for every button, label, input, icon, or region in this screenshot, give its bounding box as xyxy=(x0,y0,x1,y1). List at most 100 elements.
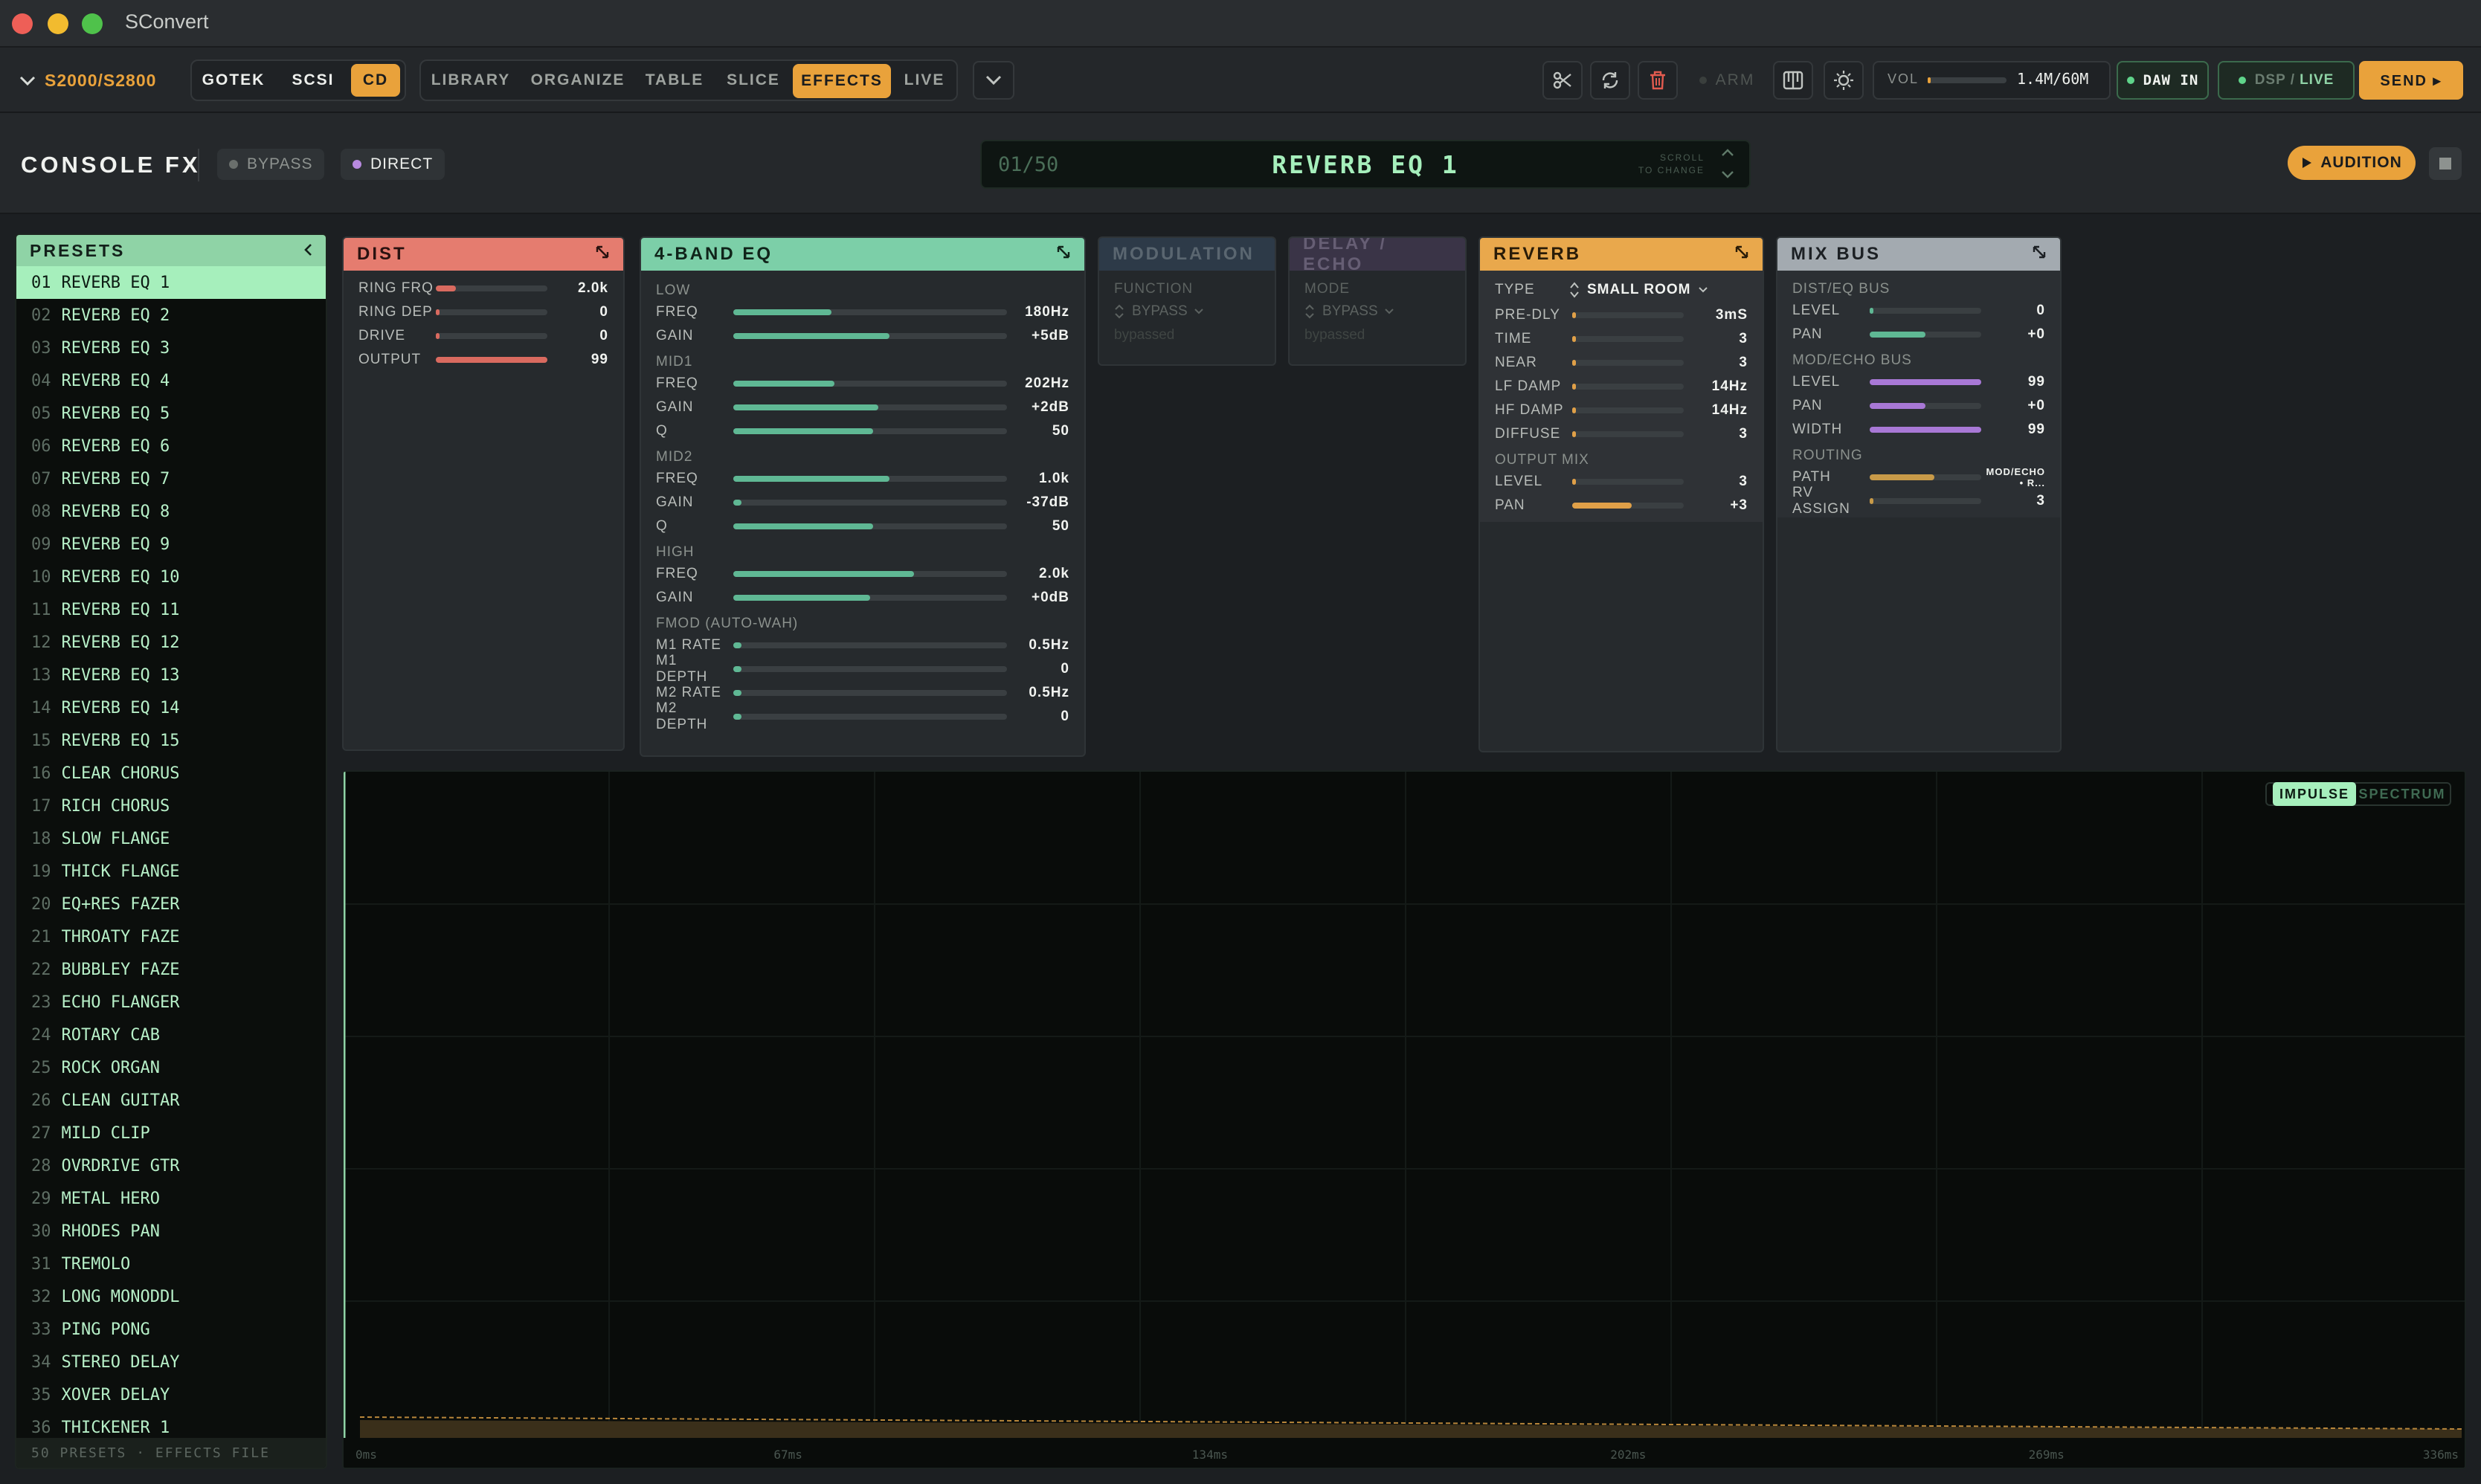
more-tabs-button[interactable] xyxy=(973,61,1014,100)
preset-item[interactable]: 26 CLEAN GUITAR xyxy=(16,1084,326,1117)
preset-item[interactable]: 22 BUBBLEY FAZE xyxy=(16,953,326,986)
param-slider[interactable] xyxy=(1572,336,1684,342)
impulse-graph[interactable]: IMPULSE SPECTRUM 0ms 67ms 134ms 202ms 269ms 3… xyxy=(342,770,2466,1469)
preset-item[interactable]: 30 RHODES PAN xyxy=(16,1215,326,1248)
refresh-button[interactable] xyxy=(1590,61,1630,100)
param-slider[interactable] xyxy=(733,333,1007,339)
reverb-type-select[interactable]: SMALL ROOM xyxy=(1569,281,1708,299)
delete-button[interactable] xyxy=(1638,61,1678,100)
param-slider[interactable] xyxy=(733,428,1007,434)
preset-item[interactable]: 10 REVERB EQ 10 xyxy=(16,561,326,593)
param-slider[interactable] xyxy=(436,357,547,363)
param-slider[interactable] xyxy=(733,642,1007,648)
preset-prev-button[interactable] xyxy=(1721,147,1734,161)
param-slider[interactable] xyxy=(1572,503,1684,509)
param-slider[interactable] xyxy=(1870,427,1981,433)
audition-button[interactable]: AUDITION xyxy=(2288,146,2416,180)
param-slider[interactable] xyxy=(436,309,547,315)
preset-item[interactable]: 34 STEREO DELAY xyxy=(16,1346,326,1378)
param-slider[interactable] xyxy=(1572,360,1684,366)
spectrum-mode-button[interactable]: SPECTRUM xyxy=(2356,782,2448,806)
expand-eq-button[interactable] xyxy=(1056,244,1071,265)
preset-item[interactable]: 19 THICK FLANGE xyxy=(16,855,326,888)
preset-item[interactable]: 16 CLEAR CHORUS xyxy=(16,757,326,790)
preset-display[interactable]: 01/50 REVERB EQ 1 SCROLL TO CHANGE xyxy=(980,140,1751,189)
expand-reverb-button[interactable] xyxy=(1734,244,1749,265)
param-slider[interactable] xyxy=(1870,498,1981,504)
modulation-function-select[interactable]: BYPASS xyxy=(1114,299,1260,324)
preset-item[interactable]: 03 REVERB EQ 3 xyxy=(16,332,326,364)
preset-item[interactable]: 04 REVERB EQ 4 xyxy=(16,364,326,397)
preset-item[interactable]: 35 XOVER DELAY xyxy=(16,1378,326,1411)
preset-item[interactable]: 05 REVERB EQ 5 xyxy=(16,397,326,430)
keyboard-button[interactable] xyxy=(1773,61,1813,100)
preset-item[interactable]: 01 REVERB EQ 1 xyxy=(16,266,326,299)
param-slider[interactable] xyxy=(733,714,1007,720)
param-slider[interactable] xyxy=(1870,403,1981,409)
param-slider[interactable] xyxy=(733,404,1007,410)
impulse-mode-button[interactable]: IMPULSE xyxy=(2273,782,2356,806)
send-button[interactable]: SEND ▸ xyxy=(2359,61,2463,100)
param-slider[interactable] xyxy=(436,333,547,339)
cut-button[interactable] xyxy=(1542,61,1583,100)
param-slider[interactable] xyxy=(1870,474,1981,480)
device-selector[interactable]: S2000/S2800 xyxy=(19,61,176,100)
param-slider[interactable] xyxy=(733,500,1007,506)
preset-item[interactable]: 17 RICH CHORUS xyxy=(16,790,326,822)
zoom-window-button[interactable] xyxy=(82,13,103,34)
param-slider[interactable] xyxy=(733,381,1007,387)
param-slider[interactable] xyxy=(1870,308,1981,314)
preset-item[interactable]: 02 REVERB EQ 2 xyxy=(16,299,326,332)
preset-item[interactable]: 15 REVERB EQ 15 xyxy=(16,724,326,757)
preset-item[interactable]: 07 REVERB EQ 7 xyxy=(16,462,326,495)
preset-item[interactable]: 09 REVERB EQ 9 xyxy=(16,528,326,561)
direct-toggle[interactable]: DIRECT xyxy=(341,149,445,180)
param-slider[interactable] xyxy=(1572,479,1684,485)
arm-toggle[interactable]: ARM xyxy=(1697,61,1757,100)
volume-meter[interactable] xyxy=(1928,77,2007,83)
preset-item[interactable]: 21 THROATY FAZE xyxy=(16,920,326,953)
daw-in-toggle[interactable]: DAW IN xyxy=(2117,61,2209,100)
theme-button[interactable] xyxy=(1824,61,1864,100)
preset-item[interactable]: 08 REVERB EQ 8 xyxy=(16,495,326,528)
tab-slice[interactable]: SLICE xyxy=(720,61,787,100)
dsp-live-toggle[interactable]: DSP / LIVE xyxy=(2218,61,2355,100)
param-slider[interactable] xyxy=(733,595,1007,601)
preset-item[interactable]: 28 OVRDRIVE GTR xyxy=(16,1149,326,1182)
media-scsi-button[interactable]: SCSI xyxy=(280,61,347,100)
media-cd-button[interactable]: CD xyxy=(351,64,400,97)
preset-item[interactable]: 11 REVERB EQ 11 xyxy=(16,593,326,626)
preset-item[interactable]: 25 ROCK ORGAN xyxy=(16,1051,326,1084)
preset-item[interactable]: 27 MILD CLIP xyxy=(16,1117,326,1149)
expand-mixbus-button[interactable] xyxy=(2032,244,2047,265)
tab-live[interactable]: LIVE xyxy=(898,61,950,100)
close-window-button[interactable] xyxy=(12,13,33,34)
expand-dist-button[interactable] xyxy=(595,244,610,265)
preset-item[interactable]: 14 REVERB EQ 14 xyxy=(16,691,326,724)
tab-organize[interactable]: ORGANIZE xyxy=(527,61,629,100)
preset-next-button[interactable] xyxy=(1721,170,1734,183)
delay-mode-select[interactable]: BYPASS xyxy=(1304,299,1450,324)
preset-item[interactable]: 31 TREMOLO xyxy=(16,1248,326,1280)
param-slider[interactable] xyxy=(733,690,1007,696)
preset-item[interactable]: 24 ROTARY CAB xyxy=(16,1019,326,1051)
param-slider[interactable] xyxy=(733,666,1007,672)
preset-item[interactable]: 20 EQ+RES FAZER xyxy=(16,888,326,920)
bypass-toggle[interactable]: BYPASS xyxy=(217,149,325,180)
preset-item[interactable]: 06 REVERB EQ 6 xyxy=(16,430,326,462)
preset-item[interactable]: 33 PING PONG xyxy=(16,1313,326,1346)
param-slider[interactable] xyxy=(1572,312,1684,318)
tab-effects[interactable]: EFFECTS xyxy=(793,64,891,98)
param-slider[interactable] xyxy=(436,285,547,291)
preset-item[interactable]: 13 REVERB EQ 13 xyxy=(16,659,326,691)
param-slider[interactable] xyxy=(733,523,1007,529)
tab-library[interactable]: LIBRARY xyxy=(428,61,513,100)
preset-item[interactable]: 32 LONG MONODDL xyxy=(16,1280,326,1313)
preset-item[interactable]: 18 SLOW FLANGE xyxy=(16,822,326,855)
param-slider[interactable] xyxy=(1572,384,1684,390)
minimize-window-button[interactable] xyxy=(48,13,68,34)
stop-button[interactable] xyxy=(2429,147,2462,180)
param-slider[interactable] xyxy=(1572,407,1684,413)
preset-item[interactable]: 29 METAL HERO xyxy=(16,1182,326,1215)
collapse-presets-button[interactable] xyxy=(303,241,312,261)
